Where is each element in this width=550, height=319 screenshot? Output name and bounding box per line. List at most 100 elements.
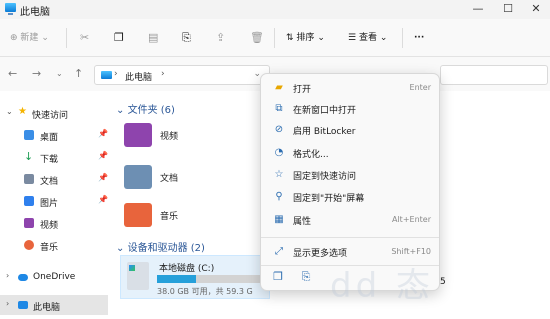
folder-name: 文档 bbox=[160, 174, 179, 184]
toolbar-divider bbox=[402, 28, 403, 48]
navigation-pane: ⌄ ★ 快速访问 桌面 📌 ↓ 下载 📌 文档 📌 图片 📌 视频 音乐 › O… bbox=[0, 91, 110, 319]
sidebar-item-label: 音乐 bbox=[40, 243, 59, 253]
pin-icon: 📌 bbox=[98, 173, 108, 182]
close-button[interactable]: ✕ bbox=[522, 0, 550, 19]
forward-arrow-icon[interactable]: → bbox=[32, 67, 41, 80]
menu-item-label: 打开 bbox=[293, 85, 312, 95]
sort-button[interactable]: ⇅ 排序 ⌄ bbox=[286, 30, 325, 46]
menu-item-format[interactable]: ◔ 格式化... bbox=[267, 143, 435, 163]
desktop-icon bbox=[24, 130, 34, 140]
menu-item-shortcut: Enter bbox=[409, 83, 431, 92]
drive-item-c[interactable]: 本地磁盘 (C:) 38.0 GB 可用，共 59.3 G bbox=[120, 255, 270, 299]
maximize-button[interactable]: ☐ bbox=[494, 0, 522, 19]
sort-icon: ⇅ bbox=[286, 33, 294, 43]
menu-item-shortcut: Shift+F10 bbox=[391, 247, 431, 256]
second-drive-text: 5 bbox=[440, 277, 446, 287]
folder-item-videos[interactable]: 视频 bbox=[124, 123, 244, 155]
cut-icon[interactable]: ✂ bbox=[80, 30, 89, 46]
chevron-right-icon[interactable]: › bbox=[6, 271, 9, 280]
pin-icon: 📌 bbox=[98, 151, 108, 160]
new-button[interactable]: ⊕ 新建 ⌄ bbox=[10, 30, 49, 46]
breadcrumb-chevron-icon[interactable]: › bbox=[114, 69, 118, 79]
download-icon: ↓ bbox=[24, 150, 34, 163]
chevron-down-icon: ⌄ bbox=[317, 33, 325, 43]
devices-header-label: 设备和驱动器 (2) bbox=[127, 243, 205, 254]
folder-item-music[interactable]: 音乐 bbox=[124, 203, 244, 235]
view-label: 查看 bbox=[358, 33, 377, 43]
sidebar-item-label: 下载 bbox=[40, 155, 59, 165]
sidebar-item-this-pc[interactable]: › 此电脑 bbox=[0, 295, 108, 315]
properties-icon: ▦ bbox=[274, 214, 284, 225]
menu-item-pin-start[interactable]: ⚲ 固定到"开始"屏幕 bbox=[267, 187, 435, 207]
document-icon bbox=[24, 174, 34, 184]
search-input[interactable] bbox=[440, 65, 548, 85]
share-icon[interactable]: ⇪ bbox=[216, 30, 225, 46]
menu-item-label: 启用 BitLocker bbox=[293, 127, 356, 137]
folder-name: 音乐 bbox=[160, 212, 179, 222]
computer-icon bbox=[5, 3, 16, 15]
menu-item-label: 属性 bbox=[293, 217, 312, 227]
address-bar[interactable]: › 此电脑 › ⌄ bbox=[94, 65, 270, 85]
copy-icon[interactable]: ❐ bbox=[114, 30, 124, 46]
delete-icon[interactable]: 🗑 bbox=[250, 30, 264, 46]
bitlocker-icon: ⊘ bbox=[274, 124, 284, 135]
drive-usage-fill bbox=[157, 275, 196, 283]
toolbar-divider bbox=[274, 28, 275, 48]
computer-icon bbox=[18, 301, 28, 309]
new-label: 新建 bbox=[20, 33, 39, 43]
music-icon bbox=[24, 240, 34, 250]
chevron-right-icon[interactable]: › bbox=[6, 299, 9, 308]
devices-section-header[interactable]: ⌄ 设备和驱动器 (2) bbox=[116, 239, 205, 254]
sidebar-item-label: 文档 bbox=[40, 177, 59, 187]
menu-item-open[interactable]: ▰ 打开 Enter bbox=[267, 78, 435, 98]
menu-item-label: 格式化... bbox=[293, 150, 329, 160]
menu-item-open-new-window[interactable]: ⧉ 在新窗口中打开 bbox=[267, 99, 435, 119]
up-arrow-icon[interactable]: ↑ bbox=[74, 67, 83, 80]
star-outline-icon: ☆ bbox=[274, 169, 284, 180]
sidebar-item-videos[interactable]: 视频 bbox=[0, 213, 108, 233]
chevron-down-icon: ⌄ bbox=[116, 105, 125, 116]
sidebar-item-label: 图片 bbox=[40, 199, 59, 209]
videos-icon bbox=[24, 218, 34, 228]
menu-item-bitlocker[interactable]: ⊘ 启用 BitLocker bbox=[267, 120, 435, 140]
new-window-icon: ⧉ bbox=[275, 103, 283, 114]
drive-name: 本地磁盘 (C:) bbox=[159, 264, 215, 274]
menu-item-label: 固定到快速访问 bbox=[293, 172, 357, 182]
view-button[interactable]: ☰ 查看 ⌄ bbox=[348, 30, 387, 46]
folder-open-icon: ▰ bbox=[275, 82, 283, 93]
videos-folder-icon bbox=[124, 123, 152, 147]
sidebar-item-onedrive[interactable]: › OneDrive bbox=[0, 267, 108, 287]
sidebar-item-label: 此电脑 bbox=[33, 303, 61, 313]
sidebar-item-quick-access[interactable]: ⌄ ★ 快速访问 bbox=[0, 103, 108, 123]
sidebar-item-downloads[interactable]: ↓ 下载 📌 bbox=[0, 147, 108, 167]
recent-chevron-icon[interactable]: ⌄ bbox=[56, 69, 63, 78]
folders-header-label: 文件夹 (6) bbox=[127, 105, 175, 116]
folders-section-header[interactable]: ⌄ 文件夹 (6) bbox=[116, 101, 175, 116]
back-arrow-icon[interactable]: ← bbox=[8, 67, 17, 80]
sidebar-item-label: OneDrive bbox=[33, 272, 76, 282]
rename-icon[interactable]: ⎘ bbox=[182, 30, 191, 46]
pin-icon: 📌 bbox=[98, 129, 108, 138]
minimize-button[interactable]: — bbox=[464, 0, 492, 19]
menu-item-pin-quick-access[interactable]: ☆ 固定到快速访问 bbox=[267, 165, 435, 185]
more-button[interactable]: ··· bbox=[414, 30, 424, 46]
menu-item-properties[interactable]: ▦ 属性 Alt+Enter bbox=[267, 210, 435, 230]
sidebar-item-desktop[interactable]: 桌面 📌 bbox=[0, 125, 108, 145]
sidebar-item-pictures[interactable]: 图片 📌 bbox=[0, 191, 108, 211]
rename-icon[interactable]: ⎘ bbox=[299, 270, 313, 284]
breadcrumb-chevron-icon[interactable]: › bbox=[161, 69, 165, 79]
title-bar: 此电脑 — ☐ ✕ bbox=[0, 0, 550, 19]
sidebar-item-music[interactable]: 音乐 bbox=[0, 235, 108, 255]
drive-usage-bar bbox=[157, 275, 265, 283]
folder-item-documents[interactable]: 文档 bbox=[124, 165, 244, 197]
breadcrumb-item[interactable]: 此电脑 bbox=[125, 70, 152, 83]
sidebar-item-documents[interactable]: 文档 📌 bbox=[0, 169, 108, 189]
copy-icon[interactable]: ❐ bbox=[271, 270, 285, 284]
folder-name: 视频 bbox=[160, 132, 179, 142]
more-options-icon: ⤢ bbox=[275, 246, 283, 257]
window-title: 此电脑 bbox=[20, 7, 50, 18]
paste-icon[interactable]: ▤ bbox=[148, 30, 158, 46]
pin-icon: 📌 bbox=[98, 195, 108, 204]
command-bar: ⊕ 新建 ⌄ ✂ ❐ ▤ ⎘ ⇪ 🗑 ⇅ 排序 ⌄ ☰ 查看 ⌄ ··· bbox=[0, 19, 550, 57]
chevron-down-icon[interactable]: ⌄ bbox=[6, 107, 13, 116]
